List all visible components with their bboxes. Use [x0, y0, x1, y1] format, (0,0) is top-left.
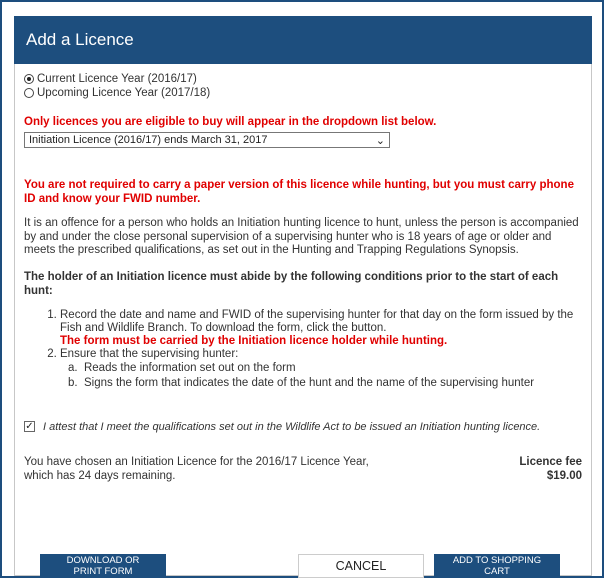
conditions-list: Record the date and name and FWID of the… [24, 309, 582, 361]
licence-fee-value: $19.00 [546, 469, 582, 482]
condition-sub-a-text: Reads the information set out on the for… [83, 361, 296, 374]
download-form-button[interactable]: DOWNLOAD OR PRINT FORM [40, 554, 166, 578]
radio-upcoming-year-label: Upcoming Licence Year (2017/18) [37, 87, 211, 99]
dialog-body: Current Licence Year (2016/17) Upcoming … [14, 64, 592, 576]
licence-fee-label: Licence fee [519, 455, 582, 468]
dialog-title: Add a Licence [26, 30, 134, 49]
licence-fee: Licence fee $19.00 [519, 455, 582, 483]
attestation-checkbox[interactable]: ✓ [24, 421, 35, 432]
condition-item-1-warning: The form must be carried by the Initiati… [60, 334, 448, 347]
download-form-button-line1: DOWNLOAD OR [66, 555, 140, 566]
condition-item-1-text: Record the date and name and FWID of the… [60, 308, 574, 334]
eligibility-notice: Only licences you are eligible to buy wi… [24, 116, 437, 128]
condition-item-2-text: Ensure that the supervising hunter: [60, 347, 239, 360]
licence-select[interactable]: Initiation Licence (2016/17) ends March … [24, 132, 390, 148]
download-form-button-line2: PRINT FORM [73, 566, 133, 577]
summary-text: You have chosen an Initiation Licence fo… [24, 455, 369, 482]
condition-sub-b: b. Signs the form that indicates the dat… [68, 376, 535, 389]
summary-row: You have chosen an Initiation Licence fo… [24, 455, 582, 483]
cancel-button[interactable]: CANCEL [298, 554, 424, 578]
attestation-label: I attest that I meet the qualifications … [43, 420, 541, 433]
dialog-header: Add a Licence [14, 16, 592, 64]
add-to-cart-button[interactable]: ADD TO SHOPPING CART [434, 554, 560, 578]
attestation-row[interactable]: ✓ I attest that I meet the qualification… [24, 421, 582, 433]
licence-select-value: Initiation Licence (2016/17) ends March … [29, 134, 268, 146]
condition-sub-b-text: Signs the form that indicates the date o… [83, 376, 535, 389]
offence-text: It is an offence for a person who holds … [24, 217, 579, 256]
radio-current-year[interactable]: Current Licence Year (2016/17) [24, 72, 582, 86]
radio-upcoming-year[interactable]: Upcoming Licence Year (2017/18) [24, 86, 582, 100]
condition-item-1: Record the date and name and FWID of the… [60, 309, 582, 348]
condition-sub-a: a. Reads the information set out on the … [68, 361, 296, 374]
radio-current-year-label: Current Licence Year (2016/17) [37, 73, 197, 85]
conditions-heading: The holder of an Initiation licence must… [24, 270, 559, 297]
cancel-button-label: CANCEL [335, 559, 387, 573]
add-to-cart-button-line1: ADD TO SHOPPING [452, 555, 542, 566]
add-licence-dialog: Add a Licence Current Licence Year (2016… [0, 0, 604, 578]
radio-upcoming-year-button[interactable] [24, 88, 34, 98]
condition-item-2: Ensure that the supervising hunter: [60, 348, 582, 361]
condition-sublist: a. Reads the information set out on the … [24, 361, 582, 391]
chevron-down-icon: ⌄ [375, 134, 385, 147]
add-to-cart-button-line2: CART [484, 566, 510, 577]
radio-current-year-button[interactable] [24, 74, 34, 84]
paper-notice: You are not required to carry a paper ve… [24, 179, 574, 205]
